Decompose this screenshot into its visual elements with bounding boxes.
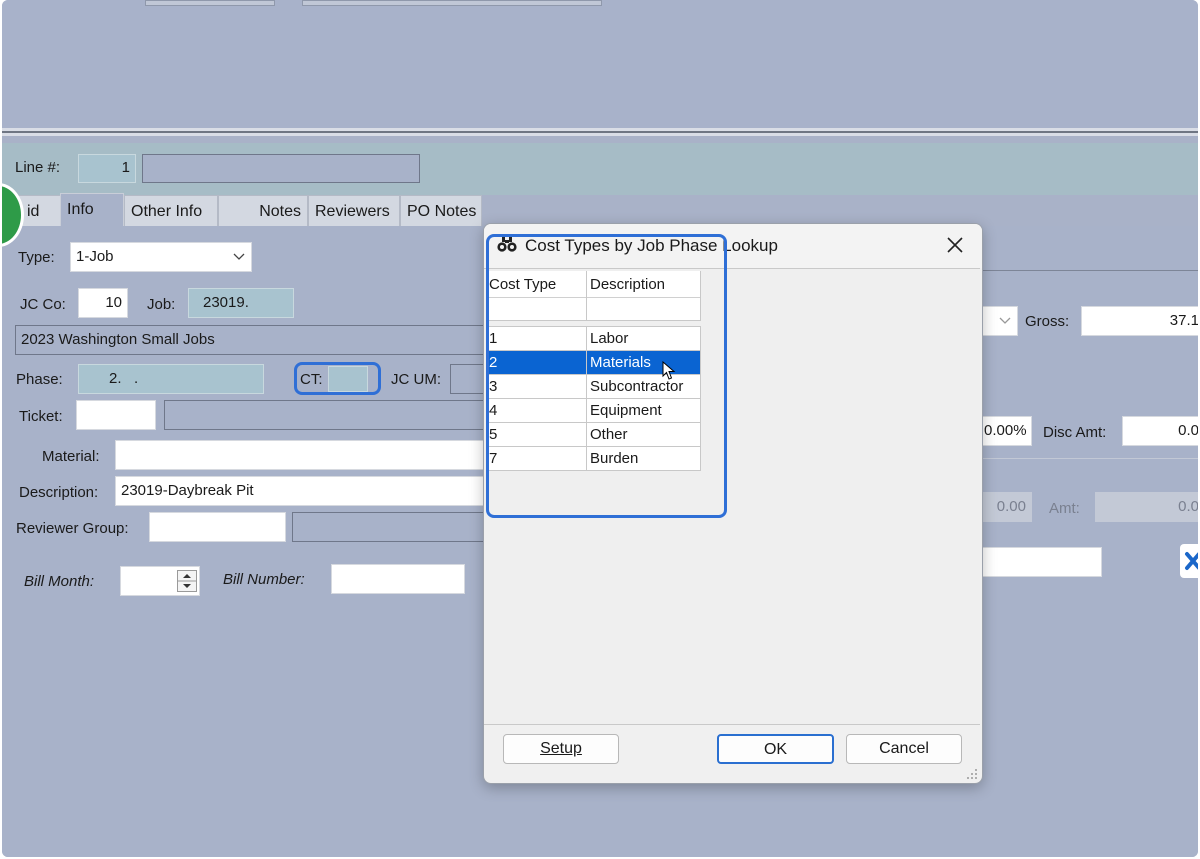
setup-button-label: Setup [540,740,582,757]
cost-types-lookup-dialog: Cost Types by Job Phase Lookup Cost Type… [483,223,983,784]
material-field[interactable] [115,440,495,470]
job-field[interactable]: 23019. [188,288,294,318]
reviewer-group-description-field [292,512,492,542]
jc-co-label: JC Co: [20,296,66,313]
bill-month-field[interactable] [120,566,200,596]
tab-other-info[interactable]: Other Info [124,195,218,226]
gross-label: Gross: [1025,313,1070,330]
jc-um-label: JC UM: [391,371,441,388]
close-icon[interactable] [946,236,964,258]
header-field-right[interactable] [302,0,602,6]
tab-po-notes-label: PO Notes [407,203,477,220]
line-bar: Line #: 1 [2,143,1198,195]
ok-button-label: OK [763,741,788,758]
tax-field: 0.00 [978,492,1032,522]
setup-button[interactable]: Setup [503,734,619,764]
ticket-label: Ticket: [19,408,63,425]
grid-highlight [486,234,727,518]
um-select[interactable] [980,306,1018,336]
line-number-field[interactable]: 1 [78,154,136,183]
discount-percent-field[interactable]: 0.00% [978,416,1032,446]
job-description-field: 2023 Washington Small Jobs [15,325,495,355]
cancel-button-label: Cancel [879,740,929,757]
close-line-button[interactable] [1180,544,1198,578]
type-select[interactable]: 1-Job [70,242,252,272]
tab-po-notes[interactable]: PO Notes [400,195,482,226]
disc-amt-field[interactable]: 0.0 [1122,416,1198,446]
cost-type-highlight [294,362,381,395]
tab-reviewers[interactable]: Reviewers [308,195,400,226]
chevron-down-icon [999,307,1011,335]
tab-info[interactable]: Info [60,193,124,226]
header-field-left[interactable] [145,0,275,6]
tab-reviewers-label: Reviewers [315,203,390,220]
line-description-field [142,154,420,183]
bill-month-label: Bill Month: [24,573,95,590]
splitter-light-2 [2,133,1198,136]
description-label: Description: [19,484,99,501]
resize-grip-icon[interactable] [966,767,978,783]
tab-notes-label: Notes [259,203,301,220]
ok-button[interactable]: OK [717,734,834,764]
spinner-icon[interactable] [177,570,197,595]
amt-field: 0.0 [1095,492,1198,522]
phase-label: Phase: [16,371,63,388]
ticket-description-field [164,400,494,430]
line-number-label: Line #: [15,159,61,176]
amt-label: Amt: [1049,500,1080,517]
job-label: Job: [147,296,176,313]
tab-info-label: Info [67,201,94,218]
close-x-icon [1183,550,1198,576]
reviewer-group-label: Reviewer Group: [16,520,129,537]
tab-other-info-label: Other Info [131,203,203,220]
material-label: Material: [42,448,100,465]
jc-co-field[interactable]: 10 [78,288,128,318]
reviewer-group-field[interactable] [149,512,286,542]
header-area [2,0,1198,128]
ticket-field[interactable] [76,400,156,430]
disc-amt-label: Disc Amt: [1043,424,1107,441]
phase-field[interactable]: 2. . [78,364,264,394]
bill-number-field[interactable] [331,564,465,594]
bill-number-label: Bill Number: [223,571,305,588]
extra-field[interactable] [978,547,1102,577]
type-label: Type: [18,249,55,266]
cancel-button[interactable]: Cancel [846,734,962,764]
description-field[interactable]: 23019-Daybreak Pit [115,476,495,506]
chevron-down-icon [233,243,245,271]
gross-field[interactable]: 37.1 [1081,306,1198,336]
tab-notes[interactable]: Notes [218,195,308,226]
type-select-value: 1-Job [76,248,114,265]
